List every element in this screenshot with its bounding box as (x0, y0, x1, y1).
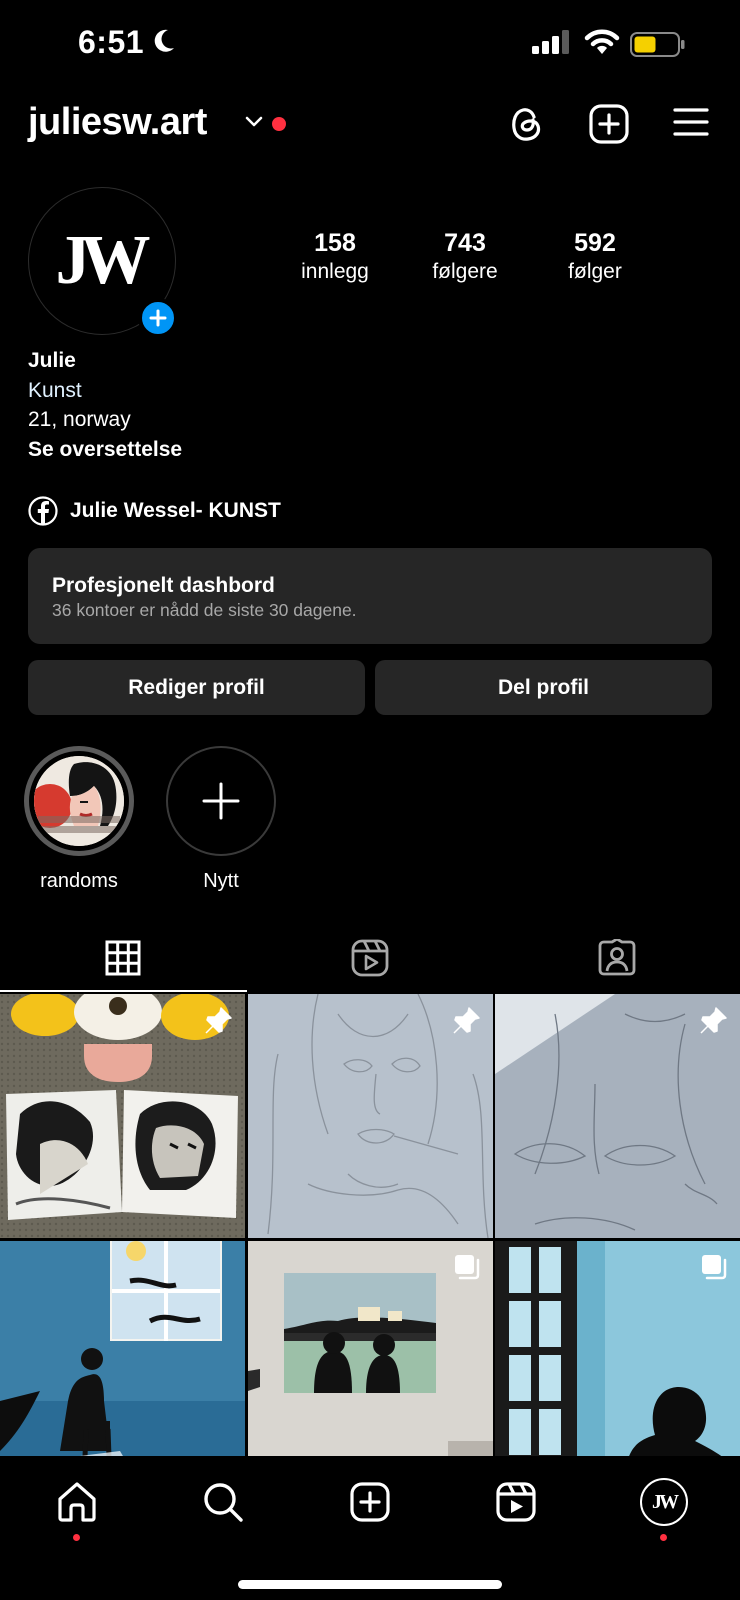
bio-text: 21, norway (28, 408, 131, 431)
highlight-label: randoms (40, 870, 118, 892)
highlight-ring (24, 746, 134, 856)
tab-tagged[interactable] (493, 924, 740, 992)
home-notification-dot (73, 1534, 80, 1541)
nav-profile[interactable]: JW (640, 1478, 688, 1526)
add-story-button[interactable] (138, 298, 178, 338)
profile-notification-dot (660, 1534, 667, 1541)
edit-profile-button[interactable]: Rediger profil (28, 660, 365, 715)
moon-icon (154, 29, 174, 52)
stat-value: 743 (444, 229, 486, 257)
account-switcher-username[interactable]: juliesw.art (28, 101, 207, 144)
posts-grid (0, 994, 740, 1485)
tab-reels[interactable] (247, 924, 494, 992)
home-indicator[interactable] (238, 1580, 502, 1589)
stat-value: 158 (314, 229, 356, 257)
highlight-label: Nytt (203, 870, 239, 892)
professional-dashboard[interactable]: Profesjonelt dashbord 36 kontoer er nådd… (28, 548, 712, 644)
nav-home[interactable] (53, 1478, 101, 1526)
share-profile-button[interactable]: Del profil (375, 660, 712, 715)
status-time: 6:51 (78, 24, 145, 60)
profile-header: juliesw.art (0, 95, 740, 155)
carousel-icon (702, 1254, 727, 1279)
home-icon (58, 1482, 96, 1522)
notification-dot (272, 117, 286, 131)
nav-create[interactable] (346, 1478, 394, 1526)
bottom-navigation: JW (0, 1456, 740, 1600)
tab-posts-grid[interactable] (0, 924, 247, 992)
nav-reels[interactable] (492, 1478, 540, 1526)
create-new-icon[interactable] (588, 103, 630, 145)
menu-icon[interactable] (672, 105, 710, 139)
facebook-icon (28, 496, 58, 526)
search-icon (204, 1483, 243, 1522)
carousel-icon (454, 1254, 479, 1279)
pinned-icon (205, 1007, 232, 1034)
stat-value: 592 (574, 229, 616, 257)
plus-icon (202, 782, 240, 820)
new-highlight-button[interactable]: Nytt (166, 746, 276, 893)
stat-label: følger (568, 260, 622, 283)
facebook-link[interactable]: Julie Wessel- KUNST (28, 496, 281, 526)
post-thumbnail[interactable] (495, 994, 740, 1238)
grid-icon (105, 940, 141, 976)
profile-tabs (0, 924, 740, 992)
highlight-cover-image (34, 756, 124, 846)
stat-posts[interactable]: 158 innlegg (270, 228, 400, 286)
profile-stats: 158 innlegg 743 følgere 592 følger (270, 228, 660, 286)
avatar-logo: JW (55, 222, 151, 299)
tagged-user-icon (598, 939, 636, 976)
chevron-down-icon[interactable] (244, 115, 264, 129)
pinned-icon (452, 1007, 480, 1034)
highlight-randoms[interactable]: randoms (24, 746, 134, 893)
pinned-icon (700, 1007, 727, 1034)
post-thumbnail[interactable] (247, 994, 493, 1238)
stat-label: innlegg (301, 260, 369, 283)
status-bar: 6:51 (0, 0, 740, 90)
reels-icon (496, 1482, 536, 1522)
plus-icon (149, 309, 167, 327)
reels-icon (351, 939, 389, 977)
display-name: Julie (28, 349, 76, 372)
stat-label: følgere (432, 260, 498, 283)
stat-followers[interactable]: 743 følgere (400, 228, 530, 286)
post-thumbnail[interactable] (0, 1240, 245, 1485)
cellular-signal-icon (532, 30, 569, 54)
facebook-link-label: Julie Wessel- KUNST (70, 499, 281, 522)
dashboard-subtitle: 36 kontoer er nådd de siste 30 dagene. (52, 600, 357, 620)
nav-search[interactable] (199, 1478, 247, 1526)
dashboard-title: Profesjonelt dashbord (52, 574, 275, 597)
wifi-icon (584, 29, 620, 54)
stat-following[interactable]: 592 følger (530, 228, 660, 286)
highlight-ring (166, 746, 276, 856)
profile-category[interactable]: Kunst (28, 376, 182, 406)
post-thumbnail[interactable] (247, 1240, 493, 1485)
see-translation-link[interactable]: Se oversettelse (28, 435, 182, 465)
profile-avatar-small: JW (640, 1478, 688, 1526)
profile-bio: Julie Kunst 21, norway Se oversettelse (28, 346, 182, 464)
post-thumbnail[interactable] (0, 994, 245, 1238)
battery-icon (630, 32, 685, 57)
threads-icon[interactable] (506, 103, 548, 145)
post-thumbnail[interactable] (495, 1240, 740, 1485)
create-new-icon (350, 1482, 390, 1522)
